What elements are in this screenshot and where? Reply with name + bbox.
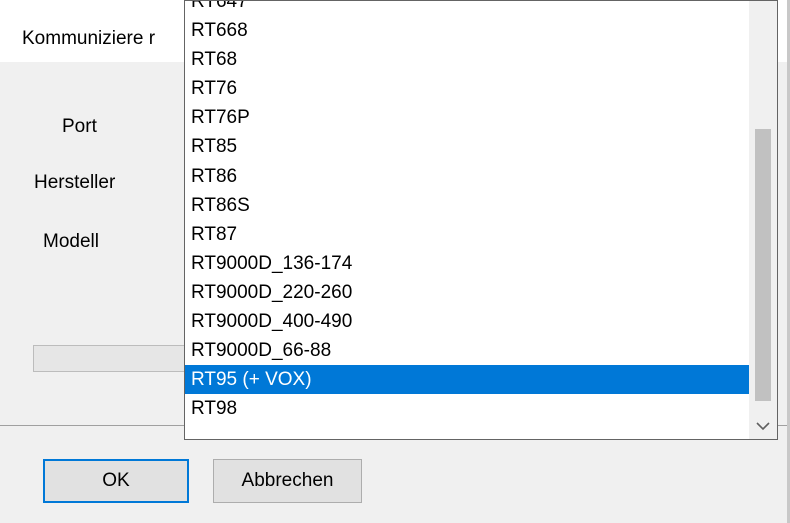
port-label: Port xyxy=(62,116,97,137)
list-item-selected[interactable]: RT95 (+ VOX) xyxy=(185,365,749,395)
list-item[interactable]: RT9000D_66-88 xyxy=(185,336,749,365)
list-item[interactable]: RT668 xyxy=(185,16,749,45)
model-list: RT647 RT668 RT68 RT76 RT76P RT85 RT86 RT… xyxy=(185,1,749,423)
list-item[interactable]: RT68 xyxy=(185,45,749,74)
list-item[interactable]: RT647 xyxy=(185,1,749,16)
list-item[interactable]: RT9000D_136-174 xyxy=(185,249,749,278)
ok-button[interactable]: OK xyxy=(43,459,189,503)
list-item[interactable]: RT87 xyxy=(185,220,749,249)
model-dropdown-list[interactable]: RT647 RT668 RT68 RT76 RT76P RT85 RT86 RT… xyxy=(184,0,778,440)
list-item[interactable]: RT76P xyxy=(185,103,749,132)
dialog-title: Kommuniziere r xyxy=(22,28,156,49)
list-item[interactable]: RT86S xyxy=(185,191,749,220)
list-item[interactable]: RT9000D_400-490 xyxy=(185,307,749,336)
progress-bar xyxy=(33,345,193,372)
list-item[interactable]: RT76 xyxy=(185,74,749,103)
vertical-scrollbar[interactable] xyxy=(749,1,777,439)
scrollbar-thumb[interactable] xyxy=(755,129,771,401)
list-item[interactable]: RT85 xyxy=(185,132,749,161)
chevron-down-icon[interactable] xyxy=(749,413,777,439)
hersteller-label: Hersteller xyxy=(34,172,116,193)
list-item[interactable]: RT9000D_220-260 xyxy=(185,278,749,307)
cancel-button[interactable]: Abbrechen xyxy=(213,459,362,503)
list-item[interactable]: RT98 xyxy=(185,394,749,423)
modell-label: Modell xyxy=(43,231,99,252)
list-item[interactable]: RT86 xyxy=(185,162,749,191)
